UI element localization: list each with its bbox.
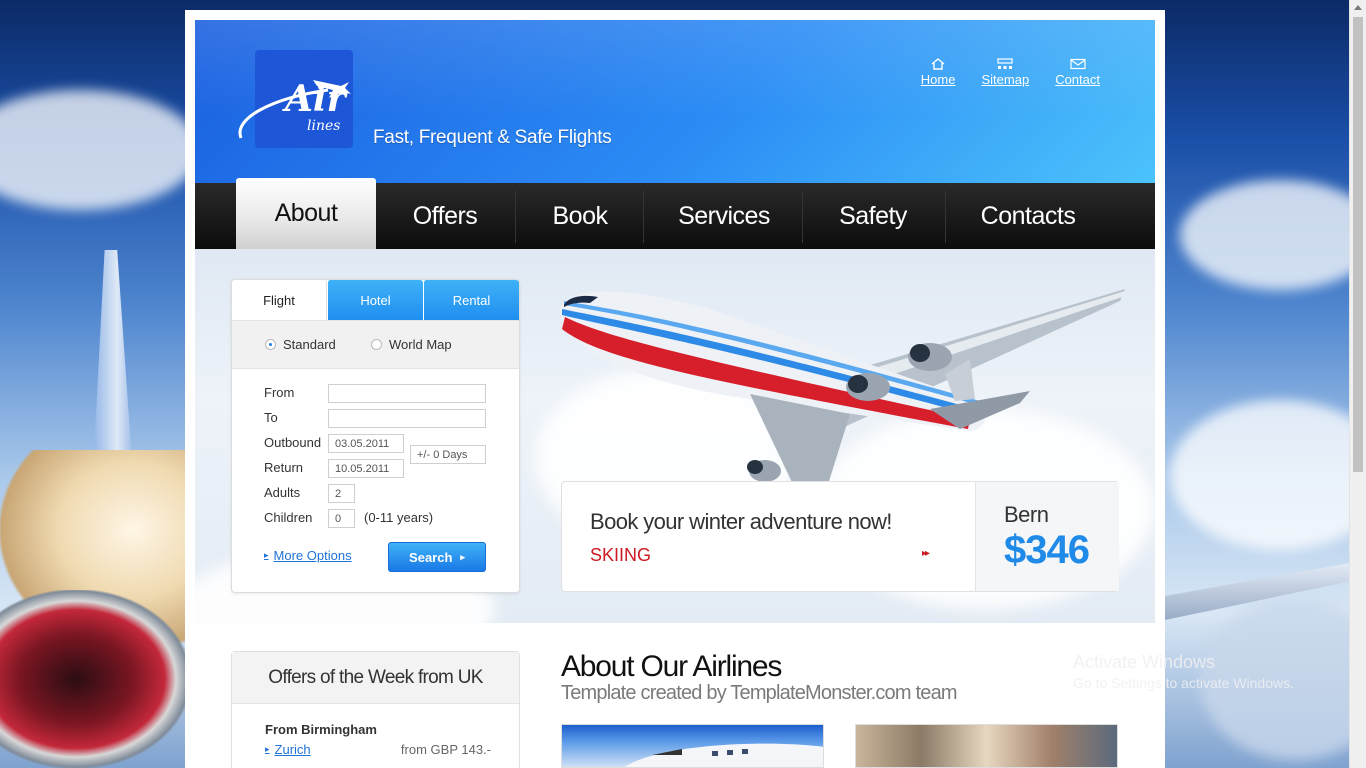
home-icon [931, 58, 945, 70]
promo-title: Book your winter adventure now! [590, 509, 892, 534]
promo-city: Bern [1004, 502, 1049, 527]
flight-search-widget: Flight Hotel Rental Standard World Map F… [231, 279, 520, 593]
offers-origin: From Birmingham [265, 722, 377, 737]
radio-label: Standard [283, 337, 336, 352]
search-button[interactable]: Search ▸ [388, 542, 486, 572]
site-header: Air lines Fast, Frequent & Safe Flights … [195, 20, 1155, 183]
promo-price: $346 [1004, 528, 1090, 572]
days-flex-input[interactable]: +/- 0 Days [410, 445, 486, 464]
to-label: To [264, 410, 278, 425]
search-mode-radios: Standard World Map [232, 320, 519, 369]
scroll-up-icon[interactable] [1354, 5, 1362, 10]
radio-dot [371, 339, 382, 350]
nav-separator [802, 191, 803, 243]
page-container: Air lines Fast, Frequent & Safe Flights … [185, 10, 1165, 768]
nav-item-services[interactable]: Services [655, 183, 793, 249]
nav-item-book[interactable]: Book [525, 183, 635, 249]
about-image-jet [561, 724, 824, 768]
arrow-right-icon: ▸ [460, 551, 465, 562]
return-date-input[interactable]: 10.05.2011 [328, 459, 404, 478]
nav-item-contacts[interactable]: Contacts [957, 183, 1099, 249]
hero-section: Flight Hotel Rental Standard World Map F… [195, 249, 1155, 623]
children-input[interactable]: 0 [328, 509, 355, 528]
top-link-label: Sitemap [981, 72, 1030, 87]
watermark-subtitle: Go to Settings to activate Windows. [1073, 675, 1294, 691]
about-title: About Our Airlines [561, 650, 782, 683]
about-subtitle: Template created by TemplateMonster.com … [561, 682, 958, 704]
nav-separator [643, 191, 644, 243]
watermark-title: Activate Windows [1073, 652, 1216, 672]
offer-destination: Zurich [274, 742, 311, 757]
top-links: Home Sitemap Contact [921, 58, 1100, 87]
outbound-label: Outbound [264, 435, 322, 450]
logo[interactable]: Air lines [238, 50, 353, 148]
search-tabs: Flight Hotel Rental [232, 280, 519, 320]
top-link-label: Home [920, 72, 956, 87]
top-link-contact[interactable]: Contact [1055, 58, 1100, 87]
promo-price-panel: Bern $346 [975, 482, 1119, 591]
logo-text: Air [285, 78, 346, 120]
more-options-link[interactable]: ▸ More Options [264, 548, 352, 563]
envelope-icon [1069, 58, 1086, 70]
sitemap-icon [997, 58, 1013, 69]
nav-item-offers[interactable]: Offers [385, 183, 505, 249]
top-link-label: Contact [1055, 72, 1100, 87]
background-cloud [0, 90, 200, 210]
airplane-illustration [560, 289, 1125, 499]
main-nav: About Offers Book Services Safety Contac… [195, 178, 1155, 249]
adults-input[interactable]: 2 [328, 484, 355, 503]
tagline: Fast, Frequent & Safe Flights [373, 127, 612, 148]
tab-flight[interactable]: Flight [232, 280, 327, 320]
radio-dot [265, 339, 276, 350]
background-plane-engine [0, 590, 190, 768]
windows-activation-watermark: Activate Windows Go to Settings to activ… [1073, 652, 1294, 691]
from-input[interactable] [328, 384, 486, 403]
top-link-home[interactable]: Home [920, 58, 956, 87]
background-cloud [1180, 180, 1366, 290]
scrollbar-thumb[interactable] [1353, 17, 1363, 472]
children-label: Children [264, 510, 313, 525]
tab-rental[interactable]: Rental [423, 280, 519, 320]
to-input[interactable] [328, 409, 486, 428]
promo-category: SKIING [590, 545, 652, 565]
more-options-label: More Options [273, 548, 352, 563]
double-arrow-icon[interactable]: ▸▸ [922, 548, 930, 559]
jet-image [625, 743, 823, 767]
offer-link-zurich[interactable]: ▸ Zurich [265, 742, 311, 757]
nav-separator [515, 191, 516, 243]
return-label: Return [264, 460, 304, 475]
nav-separator [945, 191, 946, 243]
radio-world-map[interactable]: World Map [371, 337, 452, 352]
children-note: (0-11 years) [364, 510, 434, 525]
nav-item-safety[interactable]: Safety [813, 183, 933, 249]
arrow-right-icon: ▸ [265, 744, 270, 754]
offers-title: Offers of the Week from UK [232, 652, 519, 704]
adults-label: Adults [264, 485, 301, 500]
radio-standard[interactable]: Standard [265, 337, 336, 352]
page-scrollbar[interactable] [1349, 0, 1366, 768]
outbound-date-input[interactable]: 03.05.2011 [328, 434, 404, 453]
arrow-right-icon: ▸ [264, 550, 269, 560]
offer-price: from GBP 143.- [400, 742, 491, 757]
promo-card[interactable]: Book your winter adventure now! SKIING ▸… [561, 481, 1119, 592]
about-image-passengers [855, 724, 1118, 768]
top-link-sitemap[interactable]: Sitemap [981, 58, 1029, 87]
offers-of-week: Offers of the Week from UK From Birmingh… [231, 651, 520, 768]
logo-subtext: lines [307, 118, 341, 134]
search-button-label: Search [409, 549, 453, 565]
tab-hotel[interactable]: Hotel [327, 280, 423, 320]
background-cloud [1170, 400, 1366, 550]
radio-label: World Map [389, 337, 452, 352]
nav-item-about[interactable]: About [236, 178, 376, 249]
from-label: From [264, 385, 295, 400]
